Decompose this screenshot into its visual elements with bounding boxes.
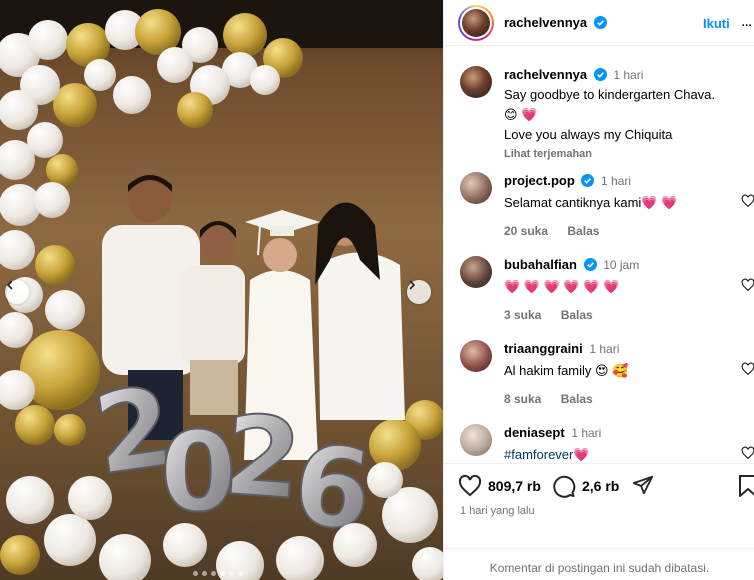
comment-avatar[interactable] <box>460 172 492 204</box>
caption-time: 1 hari <box>613 68 644 82</box>
verified-badge-icon <box>593 16 607 29</box>
comment-avatar[interactable] <box>460 340 492 372</box>
comment-username[interactable]: deniasept <box>504 425 565 440</box>
comment-time: 1 hari <box>571 426 602 440</box>
verified-badge-icon <box>581 174 595 187</box>
comment-likes[interactable]: 3 suka <box>504 308 541 322</box>
comment-time: 1 hari <box>589 342 620 356</box>
comment-username[interactable]: project.pop <box>504 173 575 188</box>
heart-icon[interactable] <box>741 194 754 208</box>
reply-button[interactable]: Balas <box>567 224 599 238</box>
save-button[interactable] <box>738 474 754 498</box>
caption-avatar[interactable] <box>460 66 492 98</box>
share-icon <box>632 475 654 495</box>
carousel-dot <box>238 571 243 576</box>
see-translation-link[interactable]: Lihat terjemahan <box>504 148 734 160</box>
comments-list[interactable]: rachelvennya 1 hari Say goodbye to kinde… <box>444 46 754 463</box>
comment-button[interactable]: 2,6 rb <box>552 474 619 498</box>
heart-icon[interactable] <box>741 362 754 376</box>
carousel-dot <box>202 571 207 576</box>
comment-avatar[interactable] <box>460 256 492 288</box>
reply-button[interactable]: Balas <box>561 308 593 322</box>
photo-illustration: 2 0 2 6 <box>0 0 443 580</box>
chevron-left-icon <box>6 280 13 290</box>
share-button[interactable] <box>632 474 654 496</box>
comment-likes[interactable]: 20 suka <box>504 224 548 238</box>
caption-username[interactable]: rachelvennya <box>504 67 587 82</box>
caption-line-1: Say goodbye to kindergarten Chava. <box>504 87 716 102</box>
like-button[interactable]: 809,7 rb <box>458 474 541 498</box>
comment-text: Al hakim family 😍 🥰 <box>504 363 629 378</box>
heart-icon[interactable] <box>741 278 754 292</box>
carousel-dot-active <box>220 571 225 576</box>
post-timestamp[interactable]: 1 hari yang lalu <box>460 505 535 517</box>
heart-icon[interactable] <box>741 446 754 460</box>
verified-badge-icon <box>593 68 607 81</box>
post-photo[interactable]: 2 0 2 6 <box>0 0 443 580</box>
chevron-right-icon <box>409 280 416 290</box>
bookmark-icon <box>739 475 754 497</box>
comment-icon <box>553 475 576 498</box>
comments-disabled-notice: Komentar di postingan ini sudah dibatasi… <box>444 548 754 580</box>
carousel-dot <box>211 571 216 576</box>
comment-avatar[interactable] <box>460 424 492 456</box>
more-options-button[interactable]: ... <box>741 13 752 31</box>
author-avatar[interactable] <box>458 5 494 41</box>
carousel-prev-button[interactable] <box>5 280 29 304</box>
comment-text: Selamat cantiknya kami💗 💗 <box>504 195 678 210</box>
comment-username[interactable]: bubahalfian <box>504 257 577 272</box>
post-actions: 809,7 rb 2,6 rb 1 hari yang lalu <box>444 463 754 548</box>
follow-button[interactable]: Ikuti <box>703 16 730 31</box>
carousel-next-button[interactable] <box>407 280 431 304</box>
author-username[interactable]: rachelvennya <box>504 15 587 30</box>
heart-icon <box>458 474 482 497</box>
comment-likes[interactable]: 8 suka <box>504 392 541 406</box>
carousel-dots <box>193 571 243 576</box>
carousel-dot <box>193 571 198 576</box>
comment-text: 💗 💗 💗 💗 💗 💗 <box>504 279 620 294</box>
comment-time: 10 jam <box>603 258 640 272</box>
comment-time: 1 hari <box>601 174 632 188</box>
caption-line-3: Love you always my Chiquita <box>504 127 673 142</box>
verified-badge-icon <box>583 258 597 271</box>
comment-username[interactable]: triaanggraini <box>504 341 583 356</box>
comment-hashtag[interactable]: #famforever💗 <box>504 446 734 463</box>
comment-count[interactable]: 2,6 rb <box>582 478 619 494</box>
reply-button[interactable]: Balas <box>561 392 593 406</box>
caption-line-2: 😊 💗 <box>504 107 538 122</box>
carousel-dot <box>229 571 234 576</box>
post-header: rachelvennya Ikuti ... <box>444 0 754 46</box>
like-count[interactable]: 809,7 rb <box>488 478 541 494</box>
post-side-panel: rachelvennya Ikuti ... rachelvennya 1 ha… <box>443 0 754 580</box>
